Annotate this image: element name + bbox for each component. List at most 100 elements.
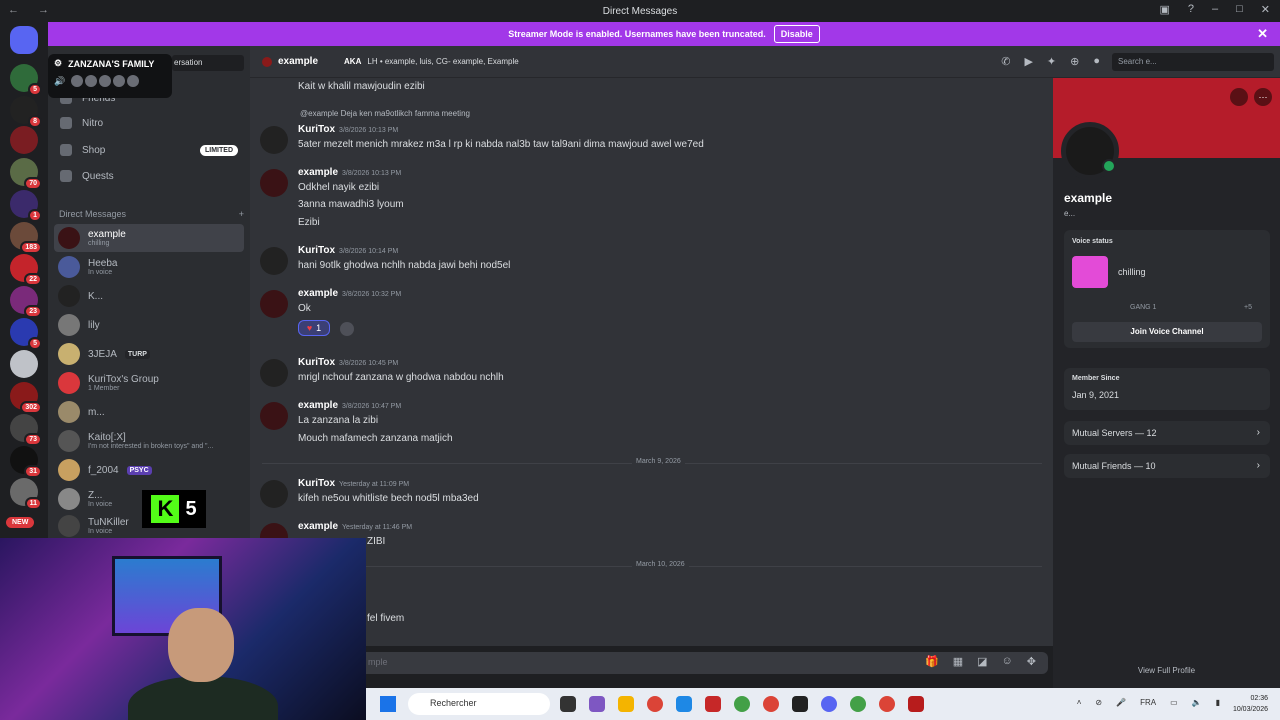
avatar[interactable] [260, 126, 288, 154]
join-voice-button[interactable]: Join Voice Channel [1072, 322, 1262, 342]
profile-toggle-icon[interactable]: ● [1093, 55, 1100, 68]
help-icon[interactable]: ? [1188, 3, 1194, 16]
server-icon[interactable]: 31 [10, 446, 42, 478]
dm-item[interactable]: m... [54, 398, 244, 426]
browser-icon[interactable] [734, 696, 750, 712]
dm-item[interactable]: KuriTox's Group 1 Member [54, 369, 244, 397]
chrome-icon[interactable] [763, 696, 779, 712]
dm-item[interactable]: Heeba In voice [54, 253, 244, 281]
add-reaction-icon[interactable] [340, 322, 354, 336]
server-icon[interactable]: 302 [10, 382, 42, 414]
add-friend-icon[interactable]: ⊕ [1070, 55, 1079, 68]
discord-home-icon[interactable] [10, 26, 38, 54]
close-icon[interactable]: ✕ [1257, 26, 1268, 42]
server-icon[interactable]: 5 [10, 64, 42, 96]
server-icon[interactable]: 183 [10, 222, 42, 254]
more-icon[interactable]: ⋯ [1254, 88, 1272, 106]
dm-item[interactable]: lily [54, 311, 244, 339]
find-conversation-input[interactable]: ersation [172, 55, 244, 71]
dm-item[interactable]: K... [54, 282, 244, 310]
gift-icon[interactable]: 🎁 [925, 655, 939, 668]
server-icon[interactable]: 73 [10, 414, 42, 446]
windows-start-icon[interactable] [380, 696, 396, 712]
avatar[interactable] [260, 169, 288, 197]
taskbar-search[interactable]: Rechercher [408, 693, 550, 715]
clock[interactable]: 02:36 10/03/2026 [1233, 693, 1268, 715]
avatar[interactable] [260, 480, 288, 508]
message-author[interactable]: example [298, 400, 338, 411]
task-view-icon[interactable] [560, 696, 576, 712]
avatar[interactable] [260, 359, 288, 387]
message-author[interactable]: KuriTox [298, 357, 335, 368]
heart-reaction[interactable]: ♥ 1 [298, 320, 330, 336]
server-icon[interactable]: 5 [10, 318, 42, 350]
apps-icon[interactable]: ✥ [1027, 655, 1036, 668]
add-friend-icon[interactable] [1230, 88, 1248, 106]
discord-icon[interactable] [821, 696, 837, 712]
message-author[interactable]: example [298, 167, 338, 178]
server-icon[interactable]: 70 [10, 158, 42, 190]
server-icon[interactable] [10, 126, 38, 154]
app-icon[interactable] [908, 696, 924, 712]
app-icon[interactable] [705, 696, 721, 712]
nitro-nav[interactable]: Nitro [54, 111, 244, 135]
minimize-icon[interactable]: – [1212, 3, 1218, 16]
disable-button[interactable]: Disable [773, 25, 820, 43]
server-icon[interactable] [10, 350, 38, 378]
maximize-icon[interactable]: □ [1236, 3, 1243, 16]
new-badge[interactable]: NEW [6, 517, 35, 528]
sticker-icon[interactable]: ◪ [977, 655, 987, 668]
quests-nav[interactable]: Quests [54, 164, 244, 188]
server-icon[interactable]: 8 [10, 96, 42, 128]
nav-arrows-icon[interactable]: ← → [8, 4, 57, 16]
shop-nav[interactable]: Shop LIMITED [54, 138, 244, 162]
server-icon[interactable]: 11 [10, 478, 42, 510]
message-input[interactable]: mple 🎁 ▦ ◪ ☺ ✥ [262, 652, 1048, 674]
video-icon[interactable]: ▶ [1024, 55, 1032, 68]
display-icon[interactable]: ▭ [1170, 698, 1178, 707]
server-icon[interactable]: 23 [10, 286, 42, 318]
folder-icon[interactable] [618, 696, 634, 712]
copilot-icon[interactable] [589, 696, 605, 712]
search-input[interactable]: Search e... [1112, 53, 1274, 71]
dm-item[interactable]: Kaito[:X] I'm not interested in broken to… [54, 427, 244, 455]
tray-icon[interactable]: ⊘ [1095, 698, 1102, 707]
pin-icon[interactable]: ✦ [1047, 55, 1056, 68]
battery-icon[interactable]: ▮ [1216, 698, 1220, 707]
gif-icon[interactable]: ▦ [953, 655, 963, 668]
dm-item[interactable]: 3JEJA TURP [54, 340, 244, 368]
reply-preview[interactable]: @example Deja ken ma9otlikch famma meeti… [300, 109, 470, 118]
chrome-icon[interactable] [879, 696, 895, 712]
close-window-icon[interactable]: ✕ [1261, 3, 1270, 16]
chrome-icon[interactable] [647, 696, 663, 712]
avatar[interactable] [260, 402, 288, 430]
server-icon[interactable]: 22 [10, 254, 42, 286]
dm-item[interactable]: f_2004 PSYC [54, 456, 244, 484]
chat-title[interactable]: example [278, 56, 318, 67]
browser-icon[interactable] [850, 696, 866, 712]
avatar[interactable] [260, 290, 288, 318]
mutual-servers-row[interactable]: Mutual Servers — 12 › [1064, 421, 1270, 445]
message-author[interactable]: KuriTox [298, 245, 335, 256]
server-icon[interactable]: 1 [10, 190, 42, 222]
app-icon[interactable] [792, 696, 808, 712]
message-author[interactable]: example [298, 288, 338, 299]
tray-chevron-icon[interactable]: ˄ [1077, 698, 1082, 707]
language-indicator[interactable]: FRA [1140, 698, 1156, 707]
avatar[interactable] [260, 247, 288, 275]
app-icon[interactable] [676, 696, 692, 712]
emoji-icon[interactable]: ☺ [1002, 655, 1013, 668]
mutual-friends-row[interactable]: Mutual Friends — 10 › [1064, 454, 1270, 478]
message-author[interactable]: KuriTox [298, 478, 335, 489]
dm-item[interactable]: example chilling [54, 224, 244, 252]
call-icon[interactable]: ✆ [1001, 55, 1010, 68]
volume-icon[interactable]: 🔈 [1192, 698, 1202, 707]
profile-avatar[interactable] [1061, 122, 1119, 180]
inbox-icon[interactable]: ▣ [1159, 3, 1169, 16]
view-full-profile-link[interactable]: View Full Profile [1053, 666, 1280, 675]
message-author[interactable]: KuriTox [298, 124, 335, 135]
microphone-icon[interactable]: 🎤 [1116, 698, 1126, 707]
add-dm-icon[interactable]: + [239, 209, 244, 219]
window-controls[interactable]: ▣ ? – □ ✕ [1159, 3, 1270, 16]
message-author[interactable]: example [298, 521, 338, 532]
